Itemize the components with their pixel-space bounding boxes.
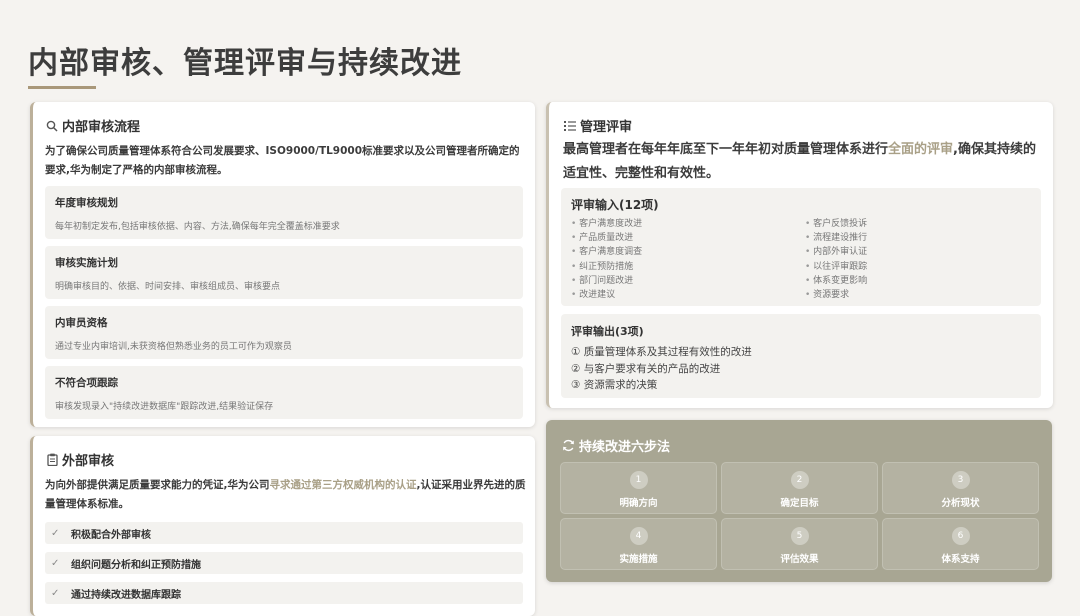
audit-item: 年度审核规划 每年初制定发布,包括审核依据、内容、方法,确保每年完全覆盖标准要求	[45, 186, 523, 239]
step-card: 1 明确方向	[560, 462, 717, 514]
mgmt-review-intro: 最高管理者在每年年底至下一年年初对质量管理体系进行全面的评审,确保其持续的适宜性…	[563, 138, 1043, 186]
review-outputs-box: 评审输出(3项) ① 质量管理体系及其过程有效性的改进 ② 与客户要求有关的产品…	[561, 314, 1041, 398]
check-item: ✓ 积极配合外部审核	[45, 522, 523, 544]
review-input-item: 体系变更影响	[805, 274, 867, 288]
review-inputs-box: 评审输入(12项) 客户满意度改进 产品质量改进 客户满意度调查 纠正预防措施 …	[561, 188, 1041, 306]
audit-item-desc: 每年初制定发布,包括审核依据、内容、方法,确保每年完全覆盖标准要求	[55, 222, 340, 232]
review-input-item: 客户满意度改进	[571, 217, 642, 231]
audit-item-desc: 审核发现录入"持续改进数据库"跟踪改进,结果验证保存	[55, 402, 274, 412]
check-icon: ✓	[51, 557, 60, 569]
check-item-label: 组织问题分析和纠正预防措施	[71, 559, 201, 571]
step-card: 6 体系支持	[882, 518, 1039, 570]
mgmt-review-header: 管理评审	[563, 116, 632, 135]
review-input-item: 内部外审认证	[805, 245, 867, 259]
search-icon	[45, 119, 59, 133]
review-output-item: ③ 资源需求的决策	[571, 379, 658, 391]
audit-item-heading: 审核实施计划	[55, 257, 118, 269]
check-icon: ✓	[51, 527, 60, 539]
step-number: 3	[951, 471, 970, 489]
step-number: 5	[790, 527, 809, 545]
audit-item-heading: 内审员资格	[55, 317, 108, 329]
review-input-item: 客户反馈投诉	[805, 217, 867, 231]
check-item-label: 通过持续改进数据库跟踪	[71, 589, 181, 601]
review-inputs-right: 客户反馈投诉 流程建设推行 内部外审认证 以往评审跟踪 体系变更影响 资源要求	[805, 217, 867, 302]
step-card: 5 评估效果	[721, 518, 878, 570]
review-input-item: 纠正预防措施	[571, 260, 642, 274]
step-label: 明确方向	[619, 498, 658, 509]
step-number: 6	[951, 527, 970, 545]
step-card: 3 分析现状	[882, 462, 1039, 514]
list-icon	[563, 119, 577, 133]
audit-item-heading: 年度审核规划	[55, 197, 118, 209]
step-label: 体系支持	[941, 554, 980, 565]
review-inputs-title: 评审输入(12项)	[571, 198, 659, 212]
six-steps-panel: 持续改进六步法 1 明确方向 2 确定目标 3 分析现状 4 实施措施 5 评估…	[546, 420, 1052, 582]
review-input-item: 部门问题改进	[571, 274, 642, 288]
mgmt-intro-pre: 最高管理者在每年年底至下一年年初对质量管理体系进行	[563, 142, 889, 157]
step-number: 1	[629, 471, 648, 489]
external-audit-title: 外部审核	[62, 454, 115, 469]
check-item: ✓ 通过持续改进数据库跟踪	[45, 582, 523, 604]
check-item: ✓ 组织问题分析和纠正预防措施	[45, 552, 523, 574]
mgmt-intro-highlight: 全面的评审	[888, 142, 954, 157]
clipboard-icon	[45, 453, 59, 467]
six-steps-header: 持续改进六步法	[562, 436, 670, 455]
audit-item-desc: 明确审核目的、依据、时间安排、审核组成员、审核要点	[55, 282, 281, 292]
review-input-item: 改进建议	[571, 288, 642, 302]
review-outputs-title: 评审输出(3项)	[571, 325, 644, 338]
step-label: 评估效果	[780, 554, 819, 565]
external-audit-header: 外部审核	[45, 450, 114, 469]
mgmt-review-title: 管理评审	[580, 120, 633, 135]
title-underline	[28, 86, 96, 89]
refresh-icon	[562, 439, 575, 452]
internal-audit-list: 年度审核规划 每年初制定发布,包括审核依据、内容、方法,确保每年完全覆盖标准要求…	[45, 186, 523, 426]
internal-audit-title: 内部审核流程	[62, 120, 141, 135]
review-outputs-list: ① 质量管理体系及其过程有效性的改进 ② 与客户要求有关的产品的改进 ③ 资源需…	[571, 344, 752, 394]
check-item-label: 积极配合外部审核	[71, 529, 151, 541]
review-input-item: 产品质量改进	[571, 231, 642, 245]
review-output-item: ② 与客户要求有关的产品的改进	[571, 362, 721, 375]
external-intro-pre: 为向外部提供满足质量要求能力的凭证,华为公司	[45, 479, 270, 491]
review-input-item: 以往评审跟踪	[805, 260, 867, 274]
audit-item: 审核实施计划 明确审核目的、依据、时间安排、审核组成员、审核要点	[45, 246, 523, 299]
review-input-item: 资源要求	[805, 288, 867, 302]
six-steps-title: 持续改进六步法	[579, 440, 671, 455]
external-audit-card: 外部审核 为向外部提供满足质量要求能力的凭证,华为公司寻求通过第三方权威机构的认…	[30, 436, 535, 616]
audit-item-desc: 通过专业内审培训,未获资格但熟悉业务的员工可作为观察员	[55, 342, 292, 352]
audit-item: 不符合项跟踪 审核发现录入"持续改进数据库"跟踪改进,结果验证保存	[45, 366, 523, 419]
step-label: 实施措施	[619, 554, 658, 565]
audit-item-heading: 不符合项跟踪	[55, 377, 118, 389]
internal-audit-card: 内部审核流程 为了确保公司质量管理体系符合公司发展要求、ISO9000/TL90…	[30, 102, 535, 427]
internal-audit-intro: 为了确保公司质量管理体系符合公司发展要求、ISO9000/TL9000标准要求以…	[45, 145, 520, 176]
external-audit-intro: 为向外部提供满足质量要求能力的凭证,华为公司寻求通过第三方权威机构的认证,认证采…	[45, 476, 529, 514]
external-check-list: ✓ 积极配合外部审核 ✓ 组织问题分析和纠正预防措施 ✓ 通过持续改进数据库跟踪	[45, 522, 523, 612]
step-number: 4	[629, 527, 648, 545]
step-card: 4 实施措施	[560, 518, 717, 570]
step-label: 确定目标	[780, 498, 819, 509]
check-icon: ✓	[51, 587, 60, 599]
review-input-item: 流程建设推行	[805, 231, 867, 245]
review-output-item: ① 质量管理体系及其过程有效性的改进	[571, 346, 752, 358]
page-title: 内部审核、管理评审与持续改进	[28, 46, 462, 81]
step-number: 2	[790, 471, 809, 489]
mgmt-review-card: 管理评审 最高管理者在每年年底至下一年年初对质量管理体系进行全面的评审,确保其持…	[546, 102, 1053, 408]
external-intro-highlight: 寻求通过第三方权威机构的认证	[269, 479, 417, 491]
step-card: 2 确定目标	[721, 462, 878, 514]
step-label: 分析现状	[941, 498, 980, 509]
review-input-item: 客户满意度调查	[571, 245, 642, 259]
review-inputs-left: 客户满意度改进 产品质量改进 客户满意度调查 纠正预防措施 部门问题改进 改进建…	[571, 217, 642, 302]
audit-item: 内审员资格 通过专业内审培训,未获资格但熟悉业务的员工可作为观察员	[45, 306, 523, 359]
internal-audit-header: 内部审核流程	[45, 116, 140, 135]
